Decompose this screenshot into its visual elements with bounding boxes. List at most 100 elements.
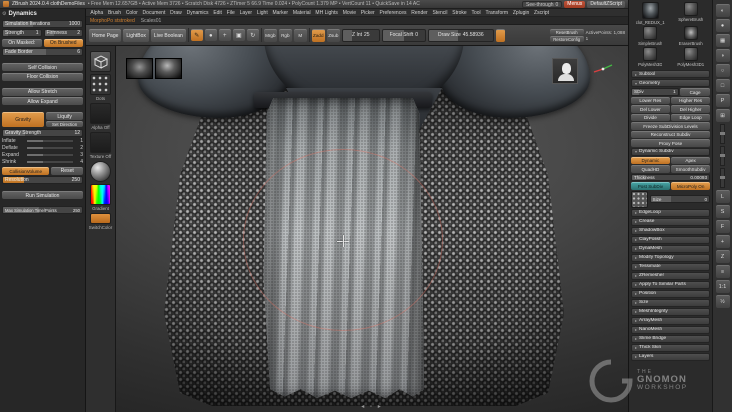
tool-section-header[interactable]: ▸ Modify Topology	[631, 253, 710, 262]
axis-gizmo[interactable]	[592, 58, 614, 80]
tool-thumbnail[interactable]	[643, 26, 658, 40]
scale-mode-icon[interactable]: ▣	[232, 29, 245, 41]
tool-section-header[interactable]: ▸ NanoMesh	[631, 325, 710, 334]
max-simulation-slider[interactable]: Max Simulation Time/Points 250	[2, 206, 83, 214]
tool-slot[interactable]: PolyMesh3D1	[672, 47, 711, 67]
allow-stretch-button[interactable]: Allow Stretch	[2, 87, 83, 96]
dynamic-subdiv-section-header[interactable]: ▾ Dynamic Subdiv	[631, 147, 710, 156]
lightbox-button[interactable]: LightBox	[123, 28, 149, 42]
switch-color-swatch[interactable]	[90, 213, 111, 224]
menu-item[interactable]: Tool	[469, 10, 483, 16]
camera-head-widget[interactable]	[552, 58, 578, 84]
shelf-mini-slider[interactable]	[720, 168, 725, 188]
menu-item[interactable]: Movie	[340, 10, 358, 16]
shelf-mini-slider[interactable]	[720, 124, 725, 144]
tool-section-header[interactable]: ▸ ZRemesher	[631, 271, 710, 280]
set-direction-button[interactable]: Set Direction	[46, 121, 83, 127]
rotate-mode-icon[interactable]: ↻	[246, 29, 259, 41]
menu-item[interactable]: Alpha	[88, 10, 106, 16]
transparency-icon[interactable]: ◑	[715, 49, 730, 62]
self-collision-button[interactable]: Self Collision	[2, 63, 83, 71]
simulation-iterations-slider[interactable]: Simulation Iterations 1000	[2, 19, 83, 28]
tool-section-header[interactable]: ▸ MeshIntegrity	[631, 307, 710, 316]
default-zscript-button[interactable]: DefaultZScript	[587, 0, 625, 8]
menu-item[interactable]: Color	[123, 10, 140, 16]
menu-item[interactable]: Brush	[106, 10, 124, 16]
move-mode-icon[interactable]: +	[218, 29, 231, 41]
menu-item[interactable]: File	[224, 10, 237, 16]
tool-section-header[interactable]: ▸ Size	[631, 298, 710, 307]
m-toggle[interactable]: M	[293, 28, 307, 42]
perspective-icon[interactable]: P	[715, 94, 730, 107]
firmness-slider[interactable]: Firmness 2	[43, 29, 83, 37]
gravity-button[interactable]: Gravity	[2, 112, 45, 127]
document-canvas[interactable]: ◂ ▫ ▸	[116, 46, 628, 412]
menu-item[interactable]: Picker	[358, 10, 377, 16]
alpha-slot-icon[interactable]	[90, 103, 111, 124]
geometry-section-header[interactable]: ▾ Geometry	[631, 79, 710, 87]
frame-mesh-icon[interactable]: F	[715, 220, 730, 233]
on-masked-button[interactable]: On Masked:	[2, 38, 42, 47]
reset-brush-button[interactable]: ResetBrush	[549, 28, 584, 35]
tool-slot[interactable]: PolyMesh3D	[631, 47, 670, 67]
tool-thumbnail[interactable]	[683, 2, 698, 16]
edit-mode-icon[interactable]: ✎	[190, 29, 203, 41]
tool-thumbnail[interactable]	[683, 26, 698, 40]
micropoly-on-button[interactable]: MicroPoly On	[671, 182, 710, 190]
move-canvas-icon[interactable]: +	[715, 235, 730, 248]
zsub-toggle[interactable]: Zsub	[326, 28, 340, 42]
tool-thumbnail[interactable]	[643, 47, 658, 61]
current-brush-icon[interactable]	[90, 51, 111, 72]
higher-res-button[interactable]: Higher Res	[671, 96, 710, 104]
dynamics-panel-header[interactable]: ⚙ Dynamics	[2, 10, 83, 18]
render-icon[interactable]: ●	[715, 19, 730, 32]
tool-section-header[interactable]: ▸ Position	[631, 289, 710, 298]
del-higher-button[interactable]: Del Higher	[671, 105, 710, 113]
menu-item[interactable]: Render	[409, 10, 430, 16]
menu-item[interactable]: Document	[140, 10, 168, 16]
z-intensity-slider[interactable]: Z Int 25	[341, 28, 380, 42]
aa-half-icon[interactable]: ½	[715, 295, 730, 308]
tool-section-header[interactable]: ▸ Layers	[631, 352, 710, 361]
edge-loop-button[interactable]: Edge Loop	[671, 113, 710, 121]
menu-item[interactable]: Dynamics	[184, 10, 211, 16]
strength-slider[interactable]: Strength 1	[2, 29, 42, 37]
rgb-toggle[interactable]: Rgb	[278, 28, 292, 42]
actual-size-icon[interactable]: 1:1	[715, 280, 730, 293]
subtool-section-header[interactable]: ▸ Subtool	[631, 70, 710, 78]
menu-item[interactable]: Light	[254, 10, 270, 16]
sdiv-slider[interactable]: SDiv 1	[631, 88, 679, 96]
texture-slot-icon[interactable]	[90, 132, 111, 153]
dynamics-micro-slider[interactable]: Inflate 1	[2, 138, 83, 144]
micro-slider-track[interactable]	[26, 139, 74, 143]
shelf-mini-slider[interactable]	[720, 146, 725, 166]
menu-item[interactable]: Stroke	[450, 10, 469, 16]
collision-volume-button[interactable]: CollisionVolume	[2, 166, 50, 175]
zoom-canvas-icon[interactable]: Z	[715, 250, 730, 263]
tool-thumbnail[interactable]	[683, 47, 698, 61]
stroke-type-icon[interactable]	[90, 74, 111, 95]
menu-item[interactable]: Material	[290, 10, 313, 16]
bpr-render-icon[interactable]: ◐	[715, 4, 730, 17]
tool-section-header[interactable]: ▸ Thick Skin	[631, 343, 710, 352]
reconstruct-subdiv-button[interactable]: Reconstruct Subdiv	[631, 130, 710, 138]
lower-res-button[interactable]: Lower Res	[631, 96, 670, 104]
tool-slot[interactable]: SimpleBrush	[631, 26, 670, 46]
ghost-icon[interactable]: ○	[715, 64, 730, 77]
micropoly-preview-thumbnail[interactable]	[631, 190, 648, 208]
thickness-slider[interactable]: Thickness 0.00093	[631, 173, 710, 181]
tool-section-header[interactable]: ▸ ClayPolish	[631, 235, 710, 244]
draw-mode-icon[interactable]: ●	[204, 29, 217, 41]
zadd-toggle[interactable]: Zadd	[311, 28, 325, 42]
menus-button[interactable]: Menus	[564, 0, 586, 8]
symmetry-icon[interactable]: S	[715, 205, 730, 218]
gravity-strength-slider[interactable]: Gravity Strength 12	[2, 128, 83, 137]
dynamics-micro-slider[interactable]: Shrink 4	[2, 159, 83, 165]
menu-item[interactable]: Marker	[270, 10, 290, 16]
micro-slider-track[interactable]	[26, 160, 74, 164]
tool-slot[interactable]: clot_REDUX_1	[631, 2, 670, 25]
divide-button[interactable]: Divide	[631, 113, 670, 121]
view-thumbnail[interactable]	[155, 58, 182, 79]
apex-button[interactable]: Apex	[671, 156, 710, 164]
tool-section-header[interactable]: ▸ EdgeLoop	[631, 208, 710, 217]
